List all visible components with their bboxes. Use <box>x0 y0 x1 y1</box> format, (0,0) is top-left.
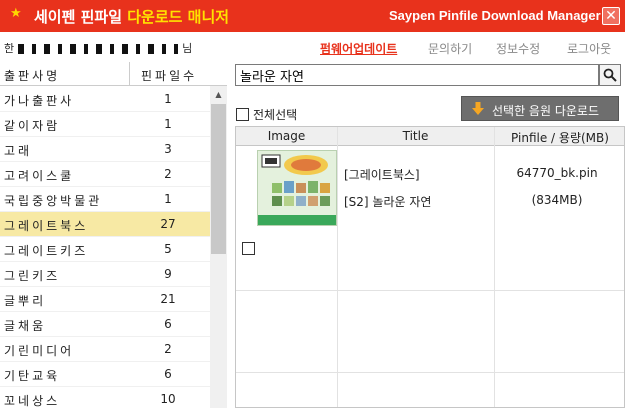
app-title-part1: 세이펜 핀파일 <box>34 8 128 26</box>
publisher-row[interactable]: 가나출판사 1 <box>0 87 210 112</box>
search-button[interactable] <box>599 64 621 86</box>
header-title: Title <box>402 129 429 143</box>
publisher-row[interactable]: 그린키즈 9 <box>0 262 210 287</box>
firmware-update-link[interactable]: 펌웨어업데이트 <box>320 40 397 57</box>
down-arrow-icon <box>472 102 484 115</box>
user-name-prefix: 한 <box>4 42 15 55</box>
publisher-count: 21 <box>160 292 176 306</box>
download-selected-label: 선택한 음원 다운로드 <box>492 104 599 118</box>
pinfile-table: Image Title Pinfile / 용량(MB) [그레이트북스] [S… <box>235 126 625 408</box>
search-input[interactable] <box>235 64 599 86</box>
publisher-name: 글뿌리 <box>4 294 47 308</box>
select-all-checkbox[interactable] <box>236 108 249 121</box>
column-header-publisher[interactable]: 출판사명 <box>4 67 60 84</box>
header-image: Image <box>267 129 306 143</box>
row-title: [S2] 놀라운 자연 <box>344 195 432 209</box>
content-panel: 전체선택 선택한 음원 다운로드 Image Title Pinfile / 용… <box>228 62 625 408</box>
row-line <box>236 372 624 373</box>
publisher-row[interactable]: 기린미디어 2 <box>0 337 210 362</box>
publisher-row[interactable]: 국립중앙박물관 1 <box>0 187 210 212</box>
publisher-name: 그레이트북스 <box>4 219 89 233</box>
book-cover-image <box>257 150 337 226</box>
app-title-english: Saypen Pinfile Download Manager <box>389 8 601 23</box>
publisher-name: 기탄교육 <box>4 369 61 383</box>
publisher-count: 3 <box>164 142 172 156</box>
app-title-part2: 다운로드 매니저 <box>127 8 230 26</box>
publisher-count: 6 <box>164 317 172 331</box>
publisher-count: 27 <box>160 217 176 231</box>
publisher-name: 가나출판사 <box>4 94 75 108</box>
publisher-name: 국립중앙박물관 <box>4 194 103 208</box>
header-pinfile: Pinfile / 용량(MB) <box>511 131 609 145</box>
scroll-up-icon[interactable]: ▲ <box>210 86 227 103</box>
publisher-count: 2 <box>164 342 172 356</box>
publisher-name: 고래 <box>4 144 33 158</box>
publisher-count: 10 <box>160 392 176 406</box>
app-window: ★ 세이펜 핀파일 다운로드 매니저 Saypen Pinfile Downlo… <box>0 0 625 408</box>
download-selected-button[interactable]: 선택한 음원 다운로드 <box>461 96 619 121</box>
publisher-count: 6 <box>164 367 172 381</box>
close-button[interactable]: ✕ <box>602 7 620 25</box>
publisher-row[interactable]: 고려이스쿨 2 <box>0 162 210 187</box>
app-title: 세이펜 핀파일 다운로드 매니저 <box>34 6 229 27</box>
publisher-row[interactable]: 글채움 6 <box>0 312 210 337</box>
star-icon: ★ <box>10 6 22 21</box>
info-row: 한님 펌웨어업데이트 문의하기 정보수정 로그아웃 <box>0 32 625 62</box>
publisher-scrollbar[interactable]: ▲ <box>210 86 227 408</box>
row-publisher: [그레이트북스] <box>344 168 420 182</box>
publisher-row[interactable]: 그레이트키즈 5 <box>0 237 210 262</box>
publisher-name: 그레이트키즈 <box>4 244 89 258</box>
publisher-name: 꼬네상스 <box>4 394 61 408</box>
publisher-row[interactable]: 글뿌리 21 <box>0 287 210 312</box>
user-greeting: 한님 <box>4 40 192 56</box>
publisher-name: 고려이스쿨 <box>4 169 75 183</box>
close-icon: ✕ <box>605 8 617 24</box>
column-line <box>337 127 338 407</box>
publisher-count: 2 <box>164 167 172 181</box>
publisher-row[interactable]: 꼬네상스 10 <box>0 387 210 408</box>
select-all-label: 전체선택 <box>253 108 298 122</box>
title-bar: ★ 세이펜 핀파일 다운로드 매니저 Saypen Pinfile Downlo… <box>0 0 625 32</box>
scrollbar-thumb[interactable] <box>211 104 226 254</box>
publisher-count: 1 <box>164 92 172 106</box>
publisher-row[interactable]: 같이자람 1 <box>0 112 210 137</box>
publisher-row[interactable]: 기탄교육 6 <box>0 362 210 387</box>
logout-link[interactable]: 로그아웃 <box>567 40 611 57</box>
publisher-panel: 출판사명 핀파일수 가나출판사 1 같이자람 1 고래 3 고려이스쿨 2 국립중앙박물관 1 그레… <box>0 62 227 408</box>
publisher-count: 9 <box>164 267 172 281</box>
publisher-list: 가나출판사 1 같이자람 1 고래 3 고려이스쿨 2 국립중앙박물관 1 그레이트북스 27 그레이트… <box>0 87 210 408</box>
row-line <box>236 290 624 291</box>
publisher-count: 1 <box>164 117 172 131</box>
table-header: Image Title Pinfile / 용량(MB) <box>236 127 624 146</box>
row-checkbox[interactable] <box>242 242 255 255</box>
publisher-name: 기린미디어 <box>4 344 75 358</box>
column-header-count[interactable]: 핀파일수 <box>141 67 197 84</box>
edit-account-link[interactable]: 정보수정 <box>496 40 540 57</box>
publisher-name: 같이자람 <box>4 119 61 133</box>
publisher-name: 그린키즈 <box>4 269 61 283</box>
publisher-count: 1 <box>164 192 172 206</box>
redacted-user-id <box>18 44 179 54</box>
column-divider <box>129 62 130 86</box>
select-all[interactable]: 전체선택 <box>236 106 297 122</box>
publisher-count: 5 <box>164 242 172 256</box>
publisher-name: 글채움 <box>4 319 47 333</box>
row-size: (834MB) <box>531 193 583 207</box>
inquiry-link[interactable]: 문의하기 <box>428 40 472 57</box>
publisher-row[interactable]: 그레이트북스 27 <box>0 212 210 237</box>
user-name-suffix: 님 <box>182 42 193 55</box>
row-pinfile: 64770_bk.pin <box>516 166 598 180</box>
publisher-row[interactable]: 고래 3 <box>0 137 210 162</box>
search-icon <box>603 68 617 82</box>
publisher-list-header: 출판사명 핀파일수 <box>0 62 227 86</box>
